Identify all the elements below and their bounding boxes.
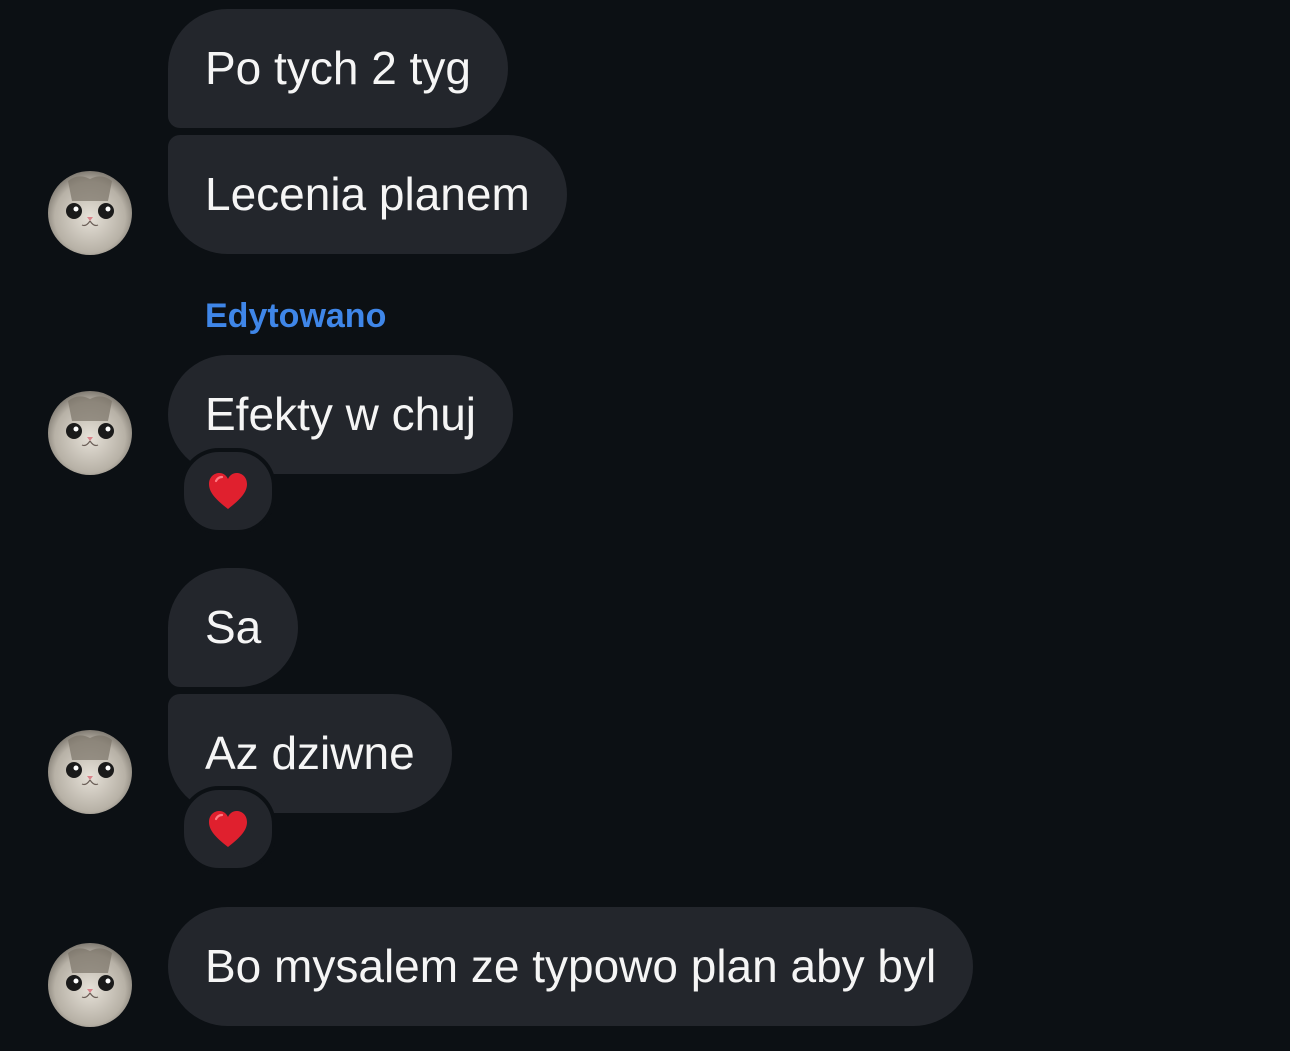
message-bubble[interactable]: Po tych 2 tyg (168, 9, 508, 128)
sender-avatar[interactable] (48, 943, 132, 1027)
reaction-badge[interactable] (180, 786, 276, 872)
edited-label[interactable]: Edytowano (205, 296, 386, 336)
message-thread: Po tych 2 tyg Lecenia planem Edytowano E… (0, 0, 1290, 1051)
sender-avatar[interactable] (48, 391, 132, 475)
message-text: Az dziwne (205, 727, 415, 779)
sender-avatar[interactable] (48, 730, 132, 814)
message-text: Bo mysalem ze typowo plan aby byl (205, 940, 937, 992)
cat-avatar-icon (48, 730, 132, 814)
message-text: Sa (205, 601, 262, 653)
message-bubble[interactable]: Lecenia planem (168, 135, 567, 254)
red-heart-icon (209, 473, 247, 509)
message-bubble[interactable]: Bo mysalem ze typowo plan aby byl (168, 907, 974, 1026)
cat-avatar-icon (48, 391, 132, 475)
message-text: Efekty w chuj (205, 388, 476, 440)
message-text: Po tych 2 tyg (205, 42, 471, 94)
red-heart-icon (209, 811, 247, 847)
cat-avatar-icon (48, 171, 132, 255)
message-text: Lecenia planem (205, 168, 530, 220)
reaction-badge[interactable] (180, 448, 276, 534)
message-bubble[interactable]: Sa (168, 568, 299, 687)
sender-avatar[interactable] (48, 171, 132, 255)
cat-avatar-icon (48, 943, 132, 1027)
